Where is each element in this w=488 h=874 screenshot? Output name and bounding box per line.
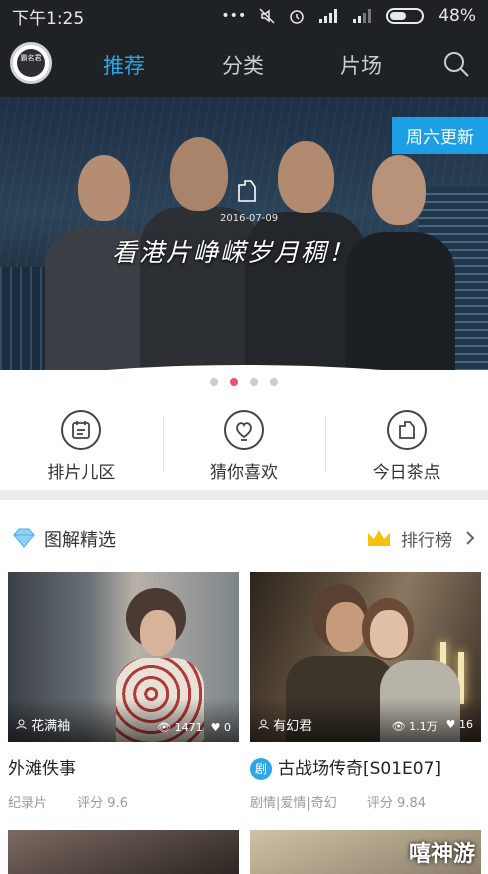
diamond-icon (13, 528, 35, 548)
alarm-icon (290, 10, 304, 24)
banner-caption: 看港片峥嵘岁月稠！ (112, 238, 356, 267)
tab-recommend[interactable]: 推荐 (103, 50, 145, 80)
quick-label: 猜你喜欢 (210, 463, 278, 483)
status-time: 下午1:25 (12, 8, 85, 29)
section-header: 图解精选 排行榜 (0, 518, 488, 558)
page-dot[interactable] (210, 378, 218, 386)
quick-item-schedule[interactable]: 排片儿区 (0, 404, 163, 490)
post-meta: 剧情|爱情|奇幻 评分 9.84 (250, 792, 426, 811)
update-badge: 周六更新 (392, 117, 488, 154)
section-title: 图解精选 (44, 530, 116, 551)
tea-cup-icon (238, 180, 256, 202)
post-stats: 👁 1.1万 ♥ 16 (392, 718, 473, 734)
user-icon (16, 719, 27, 730)
like-count: ♥ 16 (445, 718, 473, 731)
user-icon (258, 719, 269, 730)
quick-item-tea[interactable]: 今日茶点 (325, 404, 488, 490)
more-dots-icon: ••• (221, 8, 247, 24)
post-meta: 纪录片 评分 9.6 (8, 792, 128, 811)
series-badge: 剧 (250, 758, 272, 780)
page-dot[interactable] (250, 378, 258, 386)
post-card[interactable]: 有幻君 👁 1.1万 ♥ 16 (250, 572, 481, 742)
quick-label: 今日茶点 (372, 463, 441, 483)
post-card-partial[interactable]: 嘻神游 (250, 830, 481, 874)
eye-icon: 👁 (157, 721, 175, 734)
view-count: 👁 1471 (157, 721, 203, 734)
heart-bulb-icon (224, 410, 264, 450)
crown-icon[interactable] (366, 528, 392, 548)
heart-icon: ♥ (210, 721, 224, 734)
post-author: 有幻君 (258, 715, 312, 734)
banner-face-3 (278, 141, 334, 213)
like-count: ♥ 0 (210, 721, 231, 734)
post-card[interactable]: 花满袖 👁 1471 ♥ 0 (8, 572, 239, 742)
logo-text: 霸名君 (17, 49, 45, 77)
app-header: 霸名君 推荐 分类 片场 (0, 32, 488, 97)
quick-label: 排片儿区 (47, 463, 116, 483)
status-icons: ••• 48% (221, 6, 476, 26)
signal-icon-2 (353, 9, 372, 23)
watermark-logo: 嘻神游 (408, 842, 475, 867)
battery-icon (386, 8, 425, 24)
banner-date: 2016-07-09 (220, 213, 279, 224)
post-author: 花满袖 (16, 715, 70, 734)
banner-pagination (0, 378, 488, 386)
mute-icon (259, 8, 275, 24)
eye-icon: 👁 (391, 720, 410, 733)
signal-icon (319, 9, 338, 23)
tea-icon (386, 410, 427, 450)
view-count: 👁 1.1万 (391, 720, 438, 733)
quick-item-recommend[interactable]: 猜你喜欢 (162, 404, 326, 490)
app-logo[interactable]: 霸名君 (10, 42, 52, 84)
tab-category[interactable]: 分类 (222, 50, 264, 80)
post-score: 评分 9.84 (366, 796, 426, 811)
tab-studio[interactable]: 片场 (340, 50, 382, 80)
post-tags: 剧情|爱情|奇幻 (250, 796, 337, 811)
page-dot[interactable] (270, 378, 278, 386)
post-stats: 👁 1471 ♥ 0 (157, 721, 231, 734)
hero-banner[interactable]: 2016-07-09 看港片峥嵘岁月稠！ 周六更新 (0, 97, 488, 397)
status-bar: 下午1:25 ••• 48% (0, 0, 488, 32)
featured-section: 图解精选 排行榜 花满袖 👁 1471 ♥ 0 外滩佚事 纪录片 评分 9.6 (0, 500, 488, 874)
top-bar: 下午1:25 ••• 48% 霸名君 推荐 分类 片场 (0, 0, 488, 97)
banner-face-1 (78, 155, 130, 221)
ranking-link[interactable]: 排行榜 (401, 526, 452, 551)
quick-menu: 排片儿区 猜你喜欢 今日茶点 (0, 404, 488, 490)
chevron-right-icon[interactable] (464, 530, 476, 546)
post-title[interactable]: 外滩佚事 (8, 754, 76, 779)
banner-face-4 (372, 155, 426, 225)
banner-face-2 (170, 137, 228, 211)
battery-percent: 48% (438, 6, 476, 26)
heart-icon: ♥ (445, 718, 459, 731)
search-icon[interactable] (442, 50, 470, 78)
calendar-icon (61, 410, 102, 450)
post-score: 评分 9.6 (77, 796, 128, 811)
post-card-partial[interactable] (8, 830, 239, 874)
post-title[interactable]: 剧古战场传奇[S01E07] (250, 754, 441, 780)
post-tags: 纪录片 (8, 796, 48, 811)
page-dot-active[interactable] (230, 378, 238, 386)
